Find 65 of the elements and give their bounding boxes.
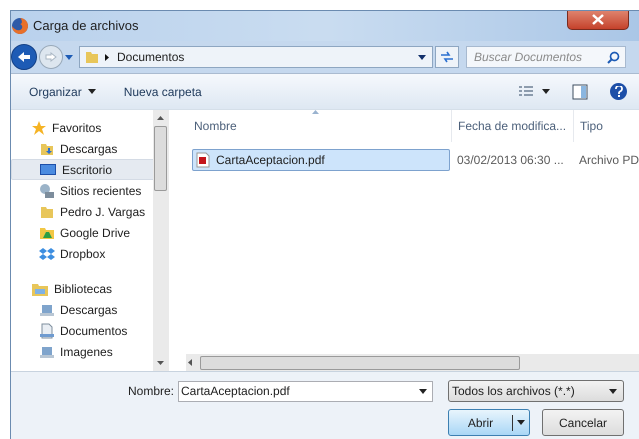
cancel-button[interactable]: Cancelar [542,409,624,436]
sidebar-item[interactable]: Google Drive [11,222,154,243]
star-icon [31,120,47,136]
sidebar-item[interactable]: Escritorio [11,159,154,180]
sidebar-item[interactable]: Descargas [11,138,154,159]
sidebar-item[interactable]: Pedro J. Vargas [11,201,154,222]
horizontal-scrollbar[interactable] [186,354,639,371]
filename-label: Nombre: [128,383,174,400]
browser-logo-icon [11,17,29,35]
history-caret-icon [65,54,73,60]
monitor-icon [39,162,57,178]
caret-icon [88,89,96,94]
document-icon [39,322,55,338]
vertical-scrollbar[interactable] [153,110,169,371]
right-arrow-icon [45,52,57,62]
refresh-button[interactable] [435,46,459,68]
sidebar-group[interactable]: Favoritos [11,117,154,138]
caret-icon [609,388,617,394]
sidebar-group[interactable]: Bibliotecas [11,278,154,299]
open-button[interactable]: Abrir [449,414,512,432]
refresh-arrows-icon [440,51,454,63]
new-folder-button[interactable]: Nueva carpeta [124,82,202,100]
sort-arrow-icon [312,110,319,114]
up-arrow-icon [157,116,164,120]
scroll-thumb[interactable] [154,126,168,191]
folder-icon [84,49,100,65]
window-title: Carga de archivos [33,17,138,36]
close-icon [592,14,604,25]
column-header[interactable]: Fecha de modifica... [450,110,573,142]
filename-field[interactable]: CartaAceptacion.pdf [178,380,433,402]
column-header[interactable]: Nombre [186,110,451,142]
dropdown-caret-icon [418,54,426,60]
pane-icon [572,84,588,100]
search-field[interactable]: Buscar Documentos [466,46,626,68]
back-button[interactable] [11,44,37,70]
view-menu[interactable] [518,84,550,98]
column-header[interactable]: Tipo [572,110,639,142]
sidebar-item[interactable]: Imagenes [11,341,154,362]
file-name: CartaAceptacion.pdf [216,152,325,169]
table-cell-text: Archivo PD [578,152,639,169]
left-arrow-icon [188,359,192,366]
sidebar-item[interactable]: Descargas [11,299,154,320]
address-path: Documentos [117,49,186,66]
caret-icon [542,89,550,94]
down-arrow-icon [157,361,164,365]
pdf-file-icon [196,152,210,168]
scroll-thumb[interactable] [200,356,520,370]
sidebar-item[interactable]: Documentos [11,320,154,341]
open-split-button[interactable]: Abrir [448,409,530,436]
file-row[interactable]: CartaAceptacion.pdf [192,149,450,171]
help-icon [614,86,622,97]
chevron-icon [105,54,109,60]
caret-icon [419,388,427,394]
list-view-icon [518,84,534,98]
file-type-dropdown[interactable]: Todos los archivos (*.*) [448,380,624,402]
preview-pane-button[interactable] [572,84,588,100]
left-arrow-icon [17,51,31,63]
caret-icon [517,420,525,425]
help-button[interactable] [610,83,627,100]
sidebar-item[interactable]: Sitios recientes [11,180,154,201]
table-cell-text: 03/02/2013 06:30 ... [456,152,565,169]
sidebar-item[interactable]: Dropbox [11,243,154,264]
organize-menu[interactable]: Organizar [29,82,96,100]
address-bar[interactable]: Documentos [79,46,433,68]
search-icon [607,51,620,64]
